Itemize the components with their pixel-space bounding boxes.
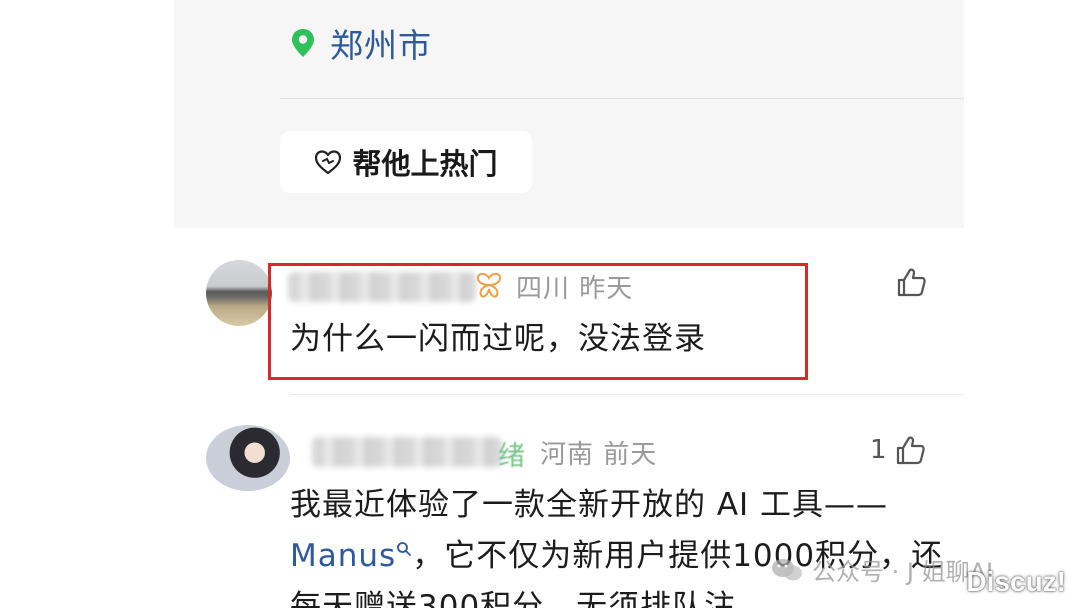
avatar[interactable] <box>206 260 272 326</box>
comment-region: 河南 <box>540 440 595 470</box>
comment-text-before: 我最近体验了一款全新开放的 AI 工具—— <box>290 487 889 523</box>
commenter-name-tail: 绪 <box>498 441 525 472</box>
comment-text: 我最近体验了一款全新开放的 AI 工具——Manus ，它不仅为新用户提供1000… <box>290 480 950 608</box>
heart-boost-icon <box>315 150 342 175</box>
location-text: 郑州市 <box>330 26 432 65</box>
like-button[interactable]: 1 <box>870 434 927 466</box>
watermark-site: Discuz! <box>966 566 1066 597</box>
avatar[interactable] <box>206 425 290 491</box>
thumbs-up-icon <box>896 436 925 465</box>
butterfly-badge-icon <box>476 272 502 298</box>
wechat-icon <box>772 558 802 580</box>
location-tag[interactable]: 郑州市 <box>290 20 432 66</box>
search-icon[interactable] <box>396 541 412 557</box>
comment-page: 郑州市 帮他上热门 四川 昨天 为什么一闪而过呢，没法登录 绪 河南 前天 我最… <box>0 0 1080 608</box>
divider <box>290 394 964 395</box>
watermark-account: 公众号 · J 姐聊AI <box>770 552 993 587</box>
comment-time: 昨天 <box>579 274 634 304</box>
like-count: 1 <box>870 435 887 465</box>
location-pin-icon <box>292 29 314 57</box>
post-footer-panel: 郑州市 帮他上热门 <box>174 0 964 228</box>
commenter-name-blurred[interactable] <box>312 437 502 467</box>
divider <box>280 98 964 99</box>
thumbs-up-icon <box>897 268 926 297</box>
boost-hot-label: 帮他上热门 <box>352 147 498 181</box>
comment-text: 为什么一闪而过呢，没法登录 <box>290 321 706 357</box>
commenter-name-blurred[interactable] <box>288 272 476 302</box>
comment-time: 前天 <box>603 440 658 470</box>
manus-link[interactable]: Manus <box>290 538 396 574</box>
comment-meta: 河南 前天 <box>540 434 657 471</box>
boost-hot-button[interactable]: 帮他上热门 <box>280 131 532 193</box>
comment-region: 四川 <box>516 274 571 304</box>
like-button[interactable] <box>896 266 936 298</box>
comment-meta: 四川 昨天 <box>516 268 633 305</box>
